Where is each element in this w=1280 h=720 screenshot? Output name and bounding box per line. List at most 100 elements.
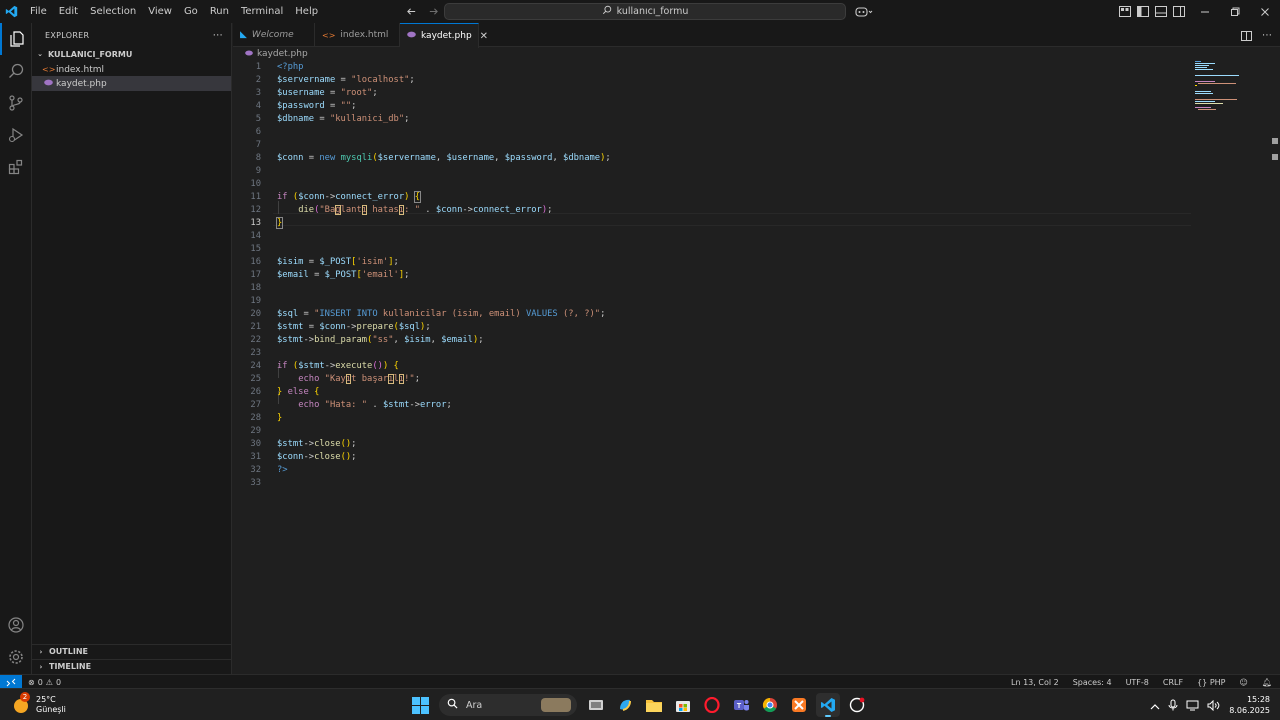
toggle-panel-icon[interactable] xyxy=(1154,5,1168,19)
tab-kaydet-php[interactable]: kaydet.php ✕ xyxy=(400,23,488,48)
settings-gear-icon[interactable] xyxy=(0,641,32,673)
outline-section[interactable]: › OUTLINE xyxy=(32,644,231,658)
line-number: 17 xyxy=(250,270,261,280)
toggle-primary-sidebar-icon[interactable] xyxy=(1136,5,1150,19)
line-number: 5 xyxy=(255,114,261,124)
explorer-sidebar: EXPLORER ⋯ ⌄ KULLANICI_FORMU <> index.ht… xyxy=(32,23,232,674)
network-icon[interactable] xyxy=(1186,696,1199,715)
extensions-icon[interactable] xyxy=(0,151,32,183)
show-hidden-icons-chevron-icon[interactable] xyxy=(1150,696,1160,715)
line-number: 18 xyxy=(250,283,261,293)
code-line: if ($stmt->execute()) { xyxy=(277,361,399,371)
file-index-html[interactable]: <> index.html xyxy=(32,62,231,77)
windows-start-icon[interactable] xyxy=(408,693,432,717)
taskbar-search[interactable]: Ara xyxy=(439,694,577,716)
source-control-icon[interactable] xyxy=(0,87,32,119)
line-number: 21 xyxy=(250,322,261,332)
line-number: 32 xyxy=(250,465,261,475)
teams-icon[interactable]: T xyxy=(729,693,753,717)
vscode-taskbar-icon[interactable] xyxy=(816,693,840,717)
search-icon[interactable] xyxy=(0,55,32,87)
php-file-icon xyxy=(245,49,253,59)
line-number: 28 xyxy=(250,413,261,423)
indentation[interactable]: Spaces: 4 xyxy=(1073,678,1112,687)
file-explorer-icon[interactable] xyxy=(642,693,666,717)
taskbar-search-label: Ara xyxy=(466,699,483,711)
minimize-icon[interactable] xyxy=(1190,0,1220,23)
xampp-icon[interactable] xyxy=(787,693,811,717)
line-number: 26 xyxy=(250,387,261,397)
chevron-right-icon: › xyxy=(39,662,43,671)
tab-label: Welcome xyxy=(251,30,294,40)
code-line: if ($conn->connect_error) { xyxy=(277,191,422,203)
line-number: 31 xyxy=(250,452,261,462)
weather-desc: Güneşli xyxy=(36,705,66,714)
toggle-secondary-sidebar-icon[interactable] xyxy=(1172,5,1186,19)
microphone-icon[interactable] xyxy=(1168,696,1178,715)
code-line: $password = ""; xyxy=(277,101,357,111)
code-line: } else { xyxy=(277,387,320,397)
copilot-icon[interactable] xyxy=(853,3,875,20)
code-line: $sql = "INSERT INTO kullanicilar (isim, … xyxy=(277,309,606,319)
copilot-app-icon[interactable] xyxy=(613,693,637,717)
menu-selection[interactable]: Selection xyxy=(84,0,142,23)
account-icon[interactable] xyxy=(0,609,32,641)
title-bar: File Edit Selection View Go Run Terminal… xyxy=(0,0,1280,23)
menu-edit[interactable]: Edit xyxy=(53,0,84,23)
more-actions-icon[interactable]: ⋯ xyxy=(1262,30,1272,41)
close-icon[interactable] xyxy=(1250,0,1280,23)
chrome-icon[interactable] xyxy=(758,693,782,717)
restore-icon[interactable] xyxy=(1220,0,1250,23)
menu-help[interactable]: Help xyxy=(289,0,324,23)
more-actions-icon[interactable]: ⋯ xyxy=(213,30,223,41)
cursor-position[interactable]: Ln 13, Col 2 xyxy=(1011,678,1059,687)
task-view-icon[interactable] xyxy=(584,693,608,717)
chevron-right-icon: › xyxy=(39,647,43,656)
end-of-line[interactable]: CRLF xyxy=(1163,678,1183,687)
folder-kullanici-formu[interactable]: ⌄ KULLANICI_FORMU xyxy=(32,47,231,61)
timeline-label: TIMELINE xyxy=(49,662,92,671)
notifications-bell-icon[interactable]: 🔔︎ xyxy=(1262,678,1272,687)
file-name: index.html xyxy=(56,64,104,75)
warning-count: 0 xyxy=(55,677,62,687)
language-mode[interactable]: {} PHP xyxy=(1197,678,1225,687)
opera-browser-icon[interactable] xyxy=(700,693,724,717)
html-file-icon: <> xyxy=(42,65,56,74)
tab-index-html[interactable]: <> index.html xyxy=(315,23,400,47)
forward-arrow-icon[interactable] xyxy=(426,5,440,19)
github-desktop-icon[interactable] xyxy=(845,693,869,717)
weather-badge: 2 xyxy=(20,692,30,702)
menu-view[interactable]: View xyxy=(142,0,178,23)
folder-name: KULLANICI_FORMU xyxy=(48,49,133,59)
customize-layout-icon[interactable] xyxy=(1118,5,1132,19)
weather-widget[interactable]: 2 25°C Güneşli xyxy=(12,692,66,718)
scrollbar-markers[interactable] xyxy=(1272,136,1278,166)
timeline-section[interactable]: › TIMELINE xyxy=(32,659,231,673)
code-editor[interactable]: 1 <?php 2 $servername = "localhost"; 3 $use… xyxy=(233,61,1280,674)
breadcrumb-file: kaydet.php xyxy=(257,49,308,59)
php-file-icon xyxy=(42,79,54,88)
explorer-icon[interactable] xyxy=(0,23,32,55)
tab-welcome[interactable]: ◣ Welcome xyxy=(233,23,315,47)
remote-indicator-icon[interactable] xyxy=(0,675,22,689)
split-editor-icon[interactable] xyxy=(1241,26,1252,45)
back-arrow-icon[interactable] xyxy=(404,5,418,19)
close-tab-icon[interactable]: ✕ xyxy=(480,31,488,42)
problems-indicator[interactable]: ⊗ 0 ⚠ 0 xyxy=(28,675,61,689)
volume-icon[interactable] xyxy=(1207,696,1220,715)
copilot-status-icon[interactable]: ☺ xyxy=(1240,678,1248,687)
search-highlight-image-icon xyxy=(541,698,571,712)
file-kaydet-php[interactable]: kaydet.php xyxy=(32,76,231,91)
menu-terminal[interactable]: Terminal xyxy=(235,0,289,23)
command-center-search[interactable]: kullanıcı_formu xyxy=(444,3,846,20)
encoding[interactable]: UTF-8 xyxy=(1126,678,1149,687)
run-debug-icon[interactable] xyxy=(0,119,32,151)
microsoft-store-icon[interactable] xyxy=(671,693,695,717)
menu-run[interactable]: Run xyxy=(204,0,235,23)
breadcrumb[interactable]: kaydet.php xyxy=(245,47,308,61)
system-clock[interactable]: 15:28 8.06.2025 xyxy=(1229,694,1270,716)
menu-go[interactable]: Go xyxy=(178,0,204,23)
minimap[interactable] xyxy=(1195,61,1270,111)
code-line: $stmt->bind_param("ss", $isim, $email); xyxy=(277,335,484,345)
menu-file[interactable]: File xyxy=(24,0,53,23)
